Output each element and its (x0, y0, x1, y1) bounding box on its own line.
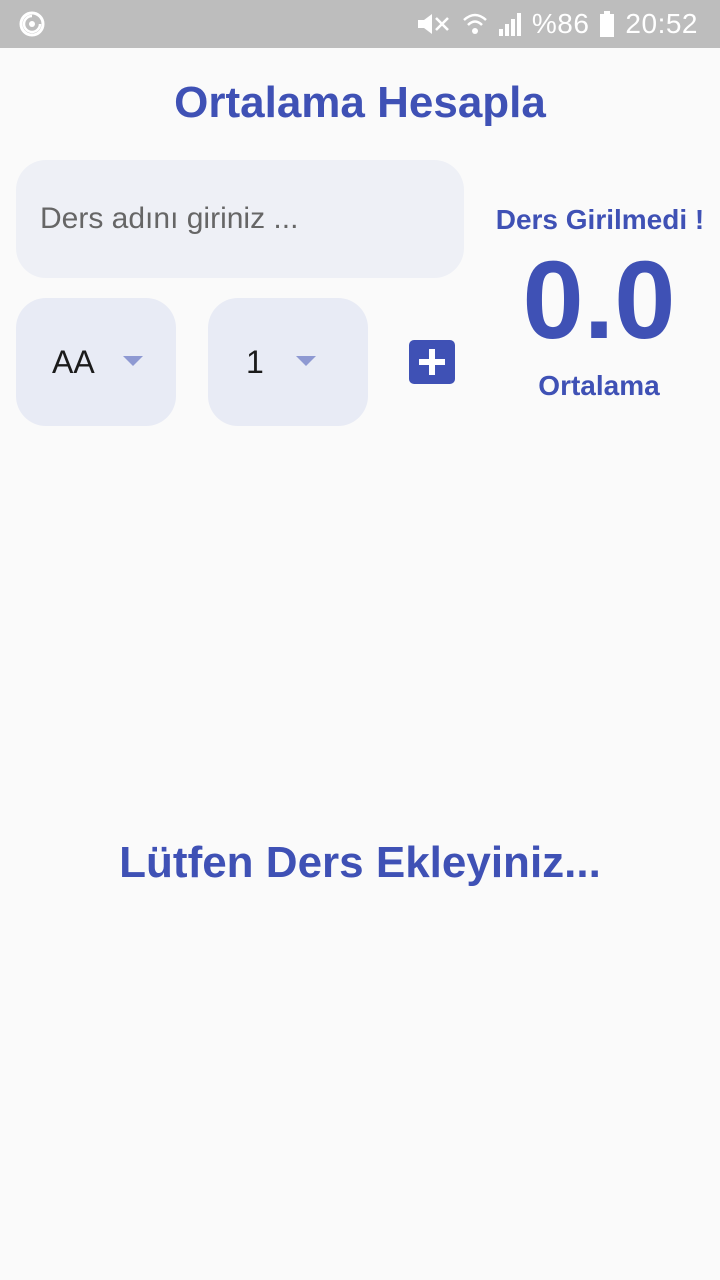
wifi-icon (463, 13, 487, 34)
status-message: Ders Girilmedi ! (495, 204, 705, 235)
clock: 20:52 (625, 8, 698, 39)
grade-dropdown-value: AA (52, 343, 95, 380)
chevron-down-icon (123, 356, 143, 366)
mute-icon (417, 14, 449, 34)
chevron-down-icon (296, 356, 316, 366)
grade-dropdown[interactable]: AA (16, 298, 176, 426)
sync-icon (19, 11, 45, 37)
battery-icon (600, 11, 615, 37)
course-name-input[interactable] (16, 160, 464, 278)
credit-dropdown[interactable]: 1 (208, 298, 368, 426)
status-icons: %86 20:52 (414, 0, 698, 48)
average-value: 0.0 (522, 239, 676, 362)
empty-list-message: Lütfen Ders Ekleyiniz... (119, 838, 601, 887)
add-course-button[interactable] (409, 340, 455, 384)
status-bar: %86 20:52 (0, 0, 720, 48)
page-title: Ortalama Hesapla (174, 78, 546, 127)
signal-icon (498, 13, 521, 36)
credit-dropdown-value: 1 (246, 343, 264, 380)
battery-percent: %86 (531, 8, 590, 39)
average-label: Ortalama (538, 370, 660, 401)
